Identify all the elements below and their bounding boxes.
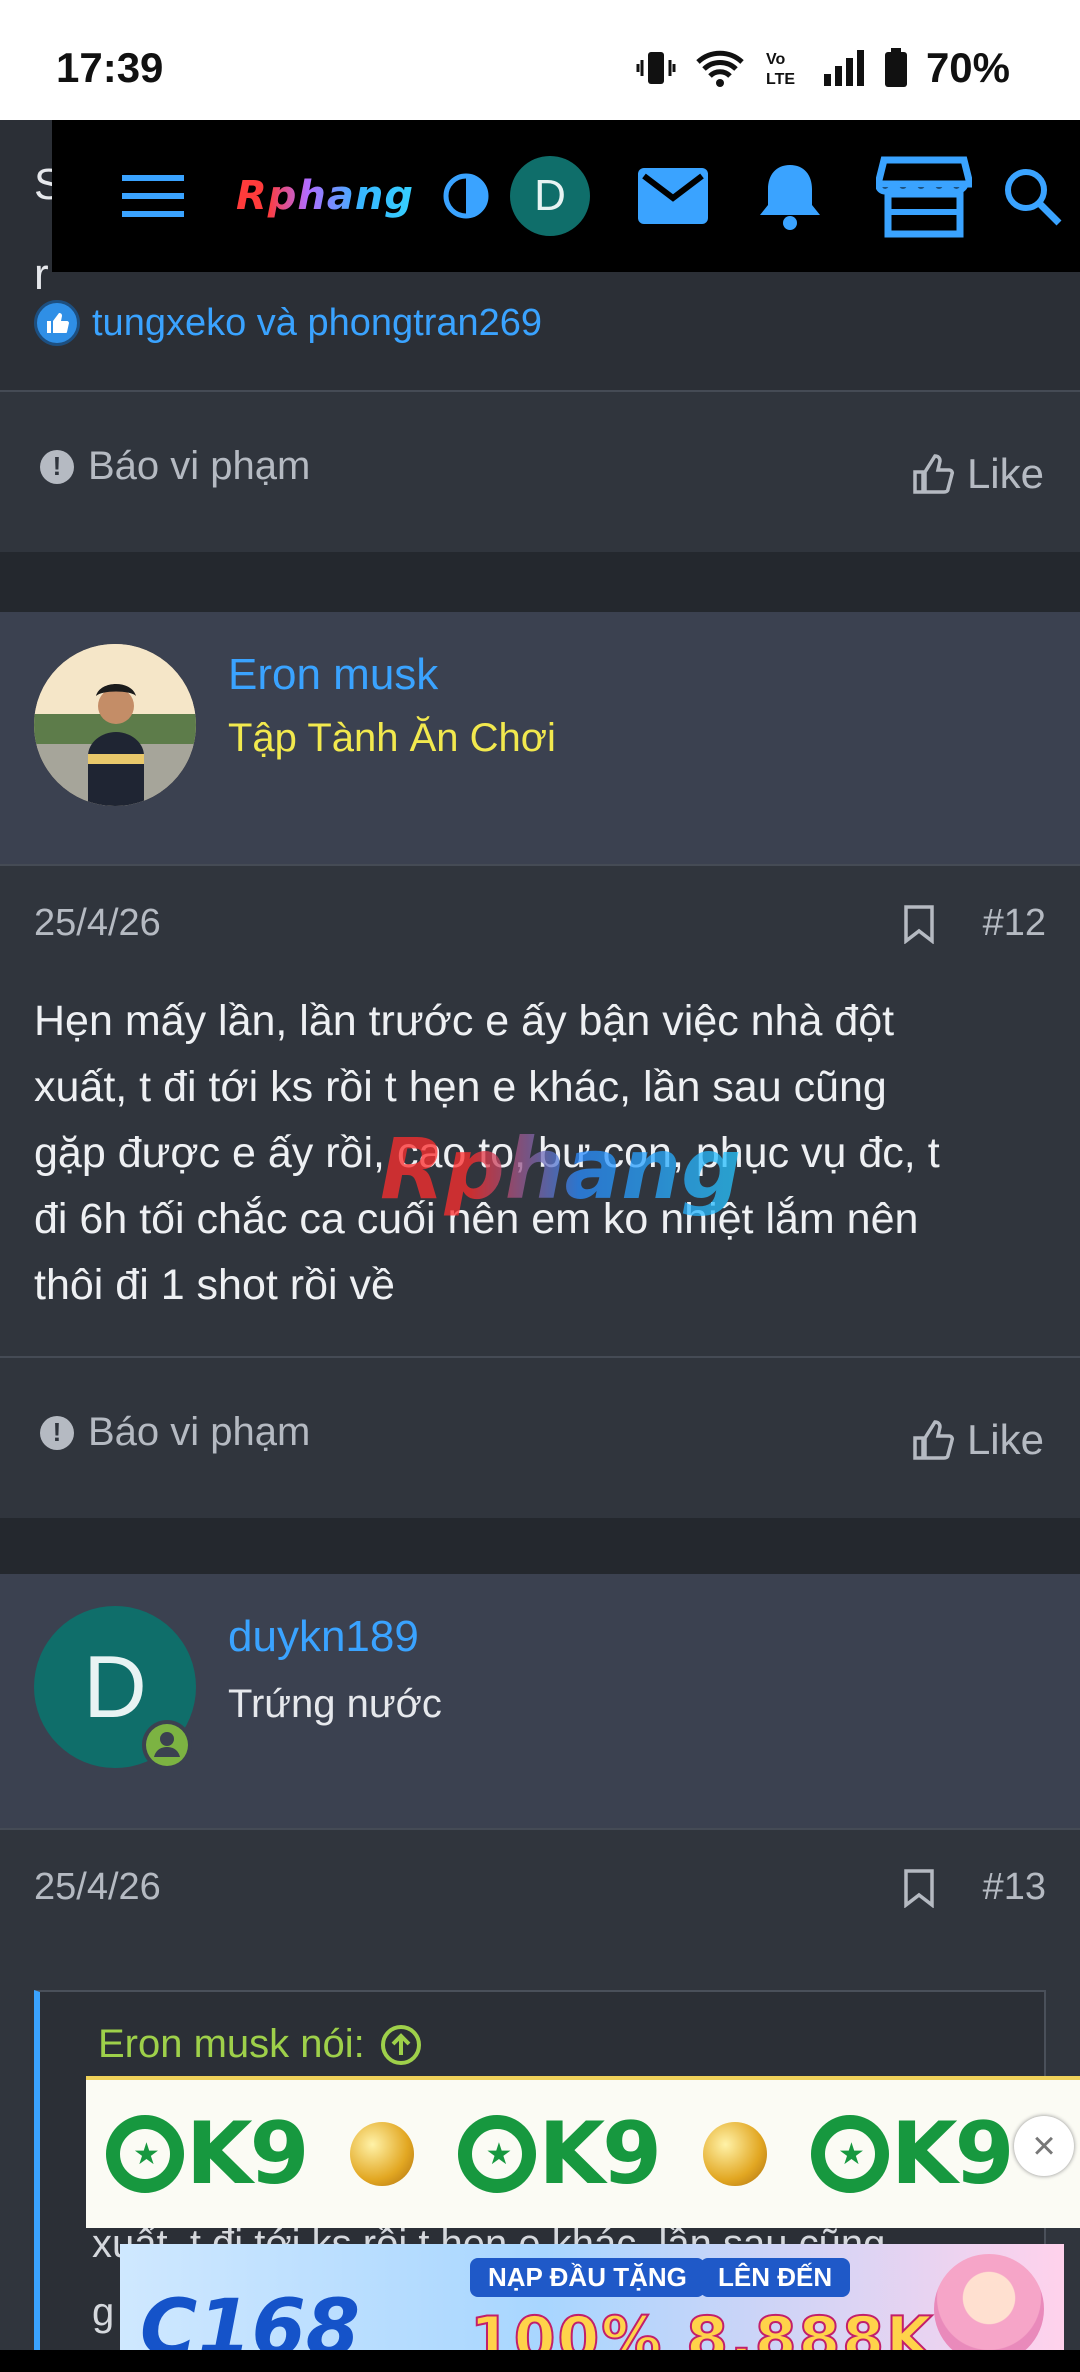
menu-icon [122,175,184,217]
online-status-icon [142,1720,192,1770]
reactions-summary[interactable]: tungxeko và phongtran269 [34,300,542,346]
vibrate-icon [636,52,676,84]
logo-text: Rphang [236,173,415,219]
report-button[interactable]: ! Báo vi phạm [40,444,310,489]
volte-icon: Vo LTE [766,51,795,88]
alerts-button[interactable] [758,120,822,272]
status-icons: Vo LTE 70% [636,44,1010,92]
close-icon: × [1032,2123,1056,2168]
menu-button[interactable] [122,120,184,272]
username-link[interactable]: duykn189 [228,1612,419,1662]
store-icon [876,156,972,238]
signal-icon [823,50,864,86]
gold-ingot-icon [702,2122,767,2186]
search-icon [1005,169,1062,226]
user-avatar[interactable]: D [34,1606,196,1770]
post-separator [0,1518,1080,1574]
bookmark-icon[interactable] [903,904,935,944]
report-label: Báo vi phạm [88,1410,311,1454]
promo-label: NẠP ĐẦU TẶNG [470,2258,705,2297]
status-time: 17:39 [56,44,164,91]
post-actions: ! Báo vi phạm Like [0,1358,1080,1518]
close-ad-button[interactable]: × [1014,2116,1074,2176]
search-button[interactable] [1002,120,1062,272]
like-button[interactable]: Like [911,450,1044,498]
contrast-icon [443,173,489,219]
post-separator [0,552,1080,612]
ok9-logo: ★ K9 [458,2104,662,2204]
like-label: Like [966,450,1044,497]
like-button[interactable]: Like [911,1416,1044,1464]
report-label: Báo vi phạm [88,444,311,488]
post-date[interactable]: 25/4/26 [34,902,161,945]
quote-accent-bar [34,2230,40,2350]
bell-icon [760,165,820,230]
ok9-ring-icon: ★ [458,2115,537,2193]
alert-icon: ! [40,449,74,484]
user-avatar[interactable] [34,644,196,806]
c168-ad-banner[interactable]: C168 NẠP ĐẦU TẶNG LÊN ĐẾN 100% 8.888K [120,2244,1064,2360]
quote-author-label: Eron musk nói: [98,2022,365,2066]
ok9-ad-banner[interactable]: ★ K9 ★ K9 ★ K9 × [86,2076,1080,2228]
navigation-bar [0,2350,1080,2372]
svg-text:LTE: LTE [766,71,795,88]
post-date[interactable]: 25/4/26 [34,1866,161,1909]
store-button[interactable] [876,120,972,272]
thumbs-up-outline-icon [913,1420,954,1460]
ok9-logo: ★ K9 [810,2104,1014,2204]
ok9-ring-icon: ★ [810,2115,889,2193]
alert-icon: ! [40,1415,74,1450]
svg-text:Vo: Vo [766,51,785,68]
post-body: 25/4/26 #12 Hẹn mấy lần, lần trước e ấy … [0,866,1080,1356]
post-actions: ! Báo vi phạm Like [0,392,1080,552]
inbox-button[interactable] [638,120,708,272]
post-user-header: D duykn189 Trứng nước [0,1574,1080,1828]
user-title: Tập Tành Ăn Chơi [228,716,556,760]
post-meta: #12 [903,902,1046,945]
arrow-up-circle-icon [380,2024,421,2065]
thumbs-up-icon [34,300,80,346]
promo-label: LÊN ĐẾN [700,2258,851,2297]
battery-icon [884,48,907,87]
ok9-logo: ★ K9 [106,2104,309,2204]
account-button[interactable]: D [510,120,590,272]
c168-logo: C168 [140,2284,361,2360]
likers-link[interactable]: tungxeko và phongtran269 [92,302,542,345]
bookmark-icon[interactable] [903,1868,935,1908]
like-label: Like [966,1416,1044,1463]
ad-model-image [934,2254,1044,2360]
username-link[interactable]: Eron musk [228,650,438,700]
post-number[interactable]: #13 [983,1866,1046,1909]
site-watermark: Rphang [380,1120,742,1218]
thumbs-up-outline-icon [913,454,954,494]
battery-percent: 70% [925,44,1010,91]
quote-author-link[interactable]: Eron musk nói: [98,2022,423,2067]
report-button[interactable]: ! Báo vi phạm [40,1410,310,1455]
user-title: Trứng nước [228,1682,442,1726]
site-logo[interactable]: Rphang [236,120,414,272]
wifi-icon [696,50,744,87]
top-nav: Rphang D [52,120,1080,272]
post-meta: #13 [903,1866,1046,1909]
theme-toggle[interactable] [442,120,490,272]
gold-ingot-icon [350,2122,415,2186]
quote-text-line: g [92,2290,115,2334]
post-user-header: Eron musk Tập Tành Ăn Chơi [0,612,1080,864]
status-bar: 17:39 Vo LTE 70% [0,0,1080,120]
account-avatar: D [510,156,590,236]
ok9-ring-icon: ★ [106,2115,184,2193]
mail-icon [638,168,708,224]
post-number[interactable]: #12 [983,902,1046,945]
